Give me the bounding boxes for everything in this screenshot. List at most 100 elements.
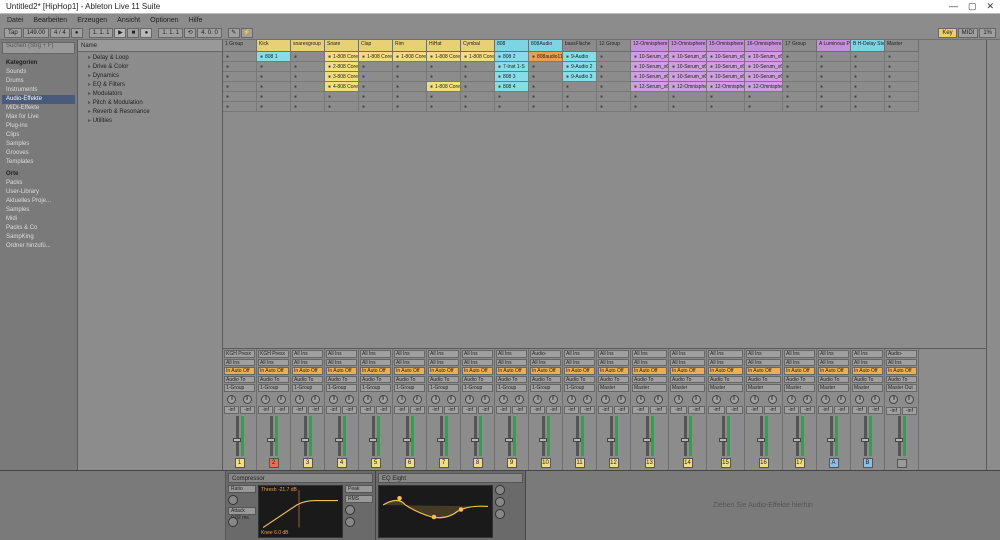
clip-slot[interactable] [529, 62, 563, 72]
fx-folder-pitch[interactable]: Pitch & Modulation [80, 99, 220, 108]
channel-preset[interactable]: All Ins [292, 350, 323, 358]
channel-fader[interactable] [462, 415, 493, 456]
track-activator[interactable]: 15 [721, 458, 731, 468]
channel-preset[interactable]: All Ins [428, 350, 459, 358]
clip-slot[interactable] [885, 102, 919, 112]
clip-slot[interactable] [597, 72, 631, 82]
device-drop-area[interactable]: Ziehen Sie Audio-Effekte hierhin [526, 471, 1000, 540]
clip-slot[interactable] [495, 102, 529, 112]
key-map-button[interactable]: Key [938, 28, 956, 38]
channel-input[interactable]: All Ins [428, 359, 459, 367]
clip-slot[interactable] [393, 92, 427, 102]
comp-rms-button[interactable]: RMS [345, 495, 373, 503]
channel-preset[interactable]: All Ins [784, 350, 815, 358]
channel-output[interactable]: Master [632, 384, 667, 392]
record-button[interactable]: ● [140, 28, 152, 38]
channel-input[interactable]: All Ins [530, 359, 561, 367]
send-a-knob[interactable] [567, 395, 576, 404]
send-a-knob[interactable] [499, 395, 508, 404]
channel-input[interactable]: All Ins [326, 359, 357, 367]
channel-input[interactable]: All Ins [670, 359, 705, 367]
clip-slot[interactable] [851, 52, 885, 62]
track-header[interactable]: B H-Delay Stereo [851, 40, 885, 52]
clip-slot[interactable] [257, 102, 291, 112]
channel-output[interactable]: 1-Group [360, 384, 391, 392]
channel-input[interactable]: All Ins [462, 359, 493, 367]
close-button[interactable]: ✕ [986, 1, 994, 12]
clip-slot[interactable] [597, 102, 631, 112]
send-a-knob[interactable] [533, 395, 542, 404]
channel-preset[interactable]: Audio-Props [886, 350, 917, 358]
browser-cat-audioeffects[interactable]: Audio-Effekte [2, 95, 75, 104]
maximize-button[interactable]: ▢ [968, 1, 977, 12]
eq-display[interactable] [378, 485, 493, 538]
clip-slot[interactable] [669, 102, 707, 112]
clip-slot[interactable] [783, 82, 817, 92]
clip-slot[interactable] [257, 82, 291, 92]
send-a-knob[interactable] [712, 395, 721, 404]
channel-fader[interactable] [708, 415, 743, 456]
send-b-knob[interactable] [413, 395, 422, 404]
track-header[interactable]: 808 [495, 40, 529, 52]
clip-slot[interactable] [257, 72, 291, 82]
channel-monitor[interactable]: In Auto Off [496, 367, 527, 375]
channel-preset[interactable]: KGH Presx [258, 350, 289, 358]
eq-gain-knob[interactable] [495, 497, 505, 507]
clip-slot[interactable] [461, 92, 495, 102]
browser-place-packs[interactable]: Packs [2, 179, 75, 188]
channel-fader[interactable] [886, 416, 917, 457]
fx-folder-dynamics[interactable]: Dynamics [80, 72, 220, 81]
send-b-knob[interactable] [692, 395, 701, 404]
send-a-knob[interactable] [397, 395, 406, 404]
clip-slot[interactable] [529, 72, 563, 82]
midi-map-button[interactable]: MIDI [958, 28, 979, 38]
clip-slot[interactable] [359, 92, 393, 102]
channel-monitor[interactable]: In Auto Off [326, 367, 357, 375]
channel-preset[interactable]: All Ins [496, 350, 527, 358]
clip-slot[interactable] [393, 102, 427, 112]
clip-slot[interactable]: 808 2 [495, 52, 529, 62]
clip-slot[interactable] [529, 82, 563, 92]
clip-slot[interactable] [563, 92, 597, 102]
channel-monitor[interactable]: In Auto Off [428, 367, 459, 375]
channel-preset[interactable]: All Ins [818, 350, 849, 358]
track-header[interactable]: A Luminous Pad [817, 40, 851, 52]
clip-slot[interactable] [461, 82, 495, 92]
clip-slot[interactable]: 1-808 Core Kit [461, 52, 495, 62]
clip-slot[interactable] [257, 62, 291, 72]
channel-fader[interactable] [360, 415, 391, 456]
send-b-knob[interactable] [768, 395, 777, 404]
fx-folder-modulators[interactable]: Modulators [80, 90, 220, 99]
clip-slot[interactable] [427, 72, 461, 82]
clip-slot[interactable] [885, 62, 919, 72]
clip-slot[interactable]: 1-808 Core Kit [393, 52, 427, 62]
track-activator[interactable]: 9 [507, 458, 517, 468]
send-b-knob[interactable] [549, 395, 558, 404]
track-header[interactable]: 1 Group [223, 40, 257, 52]
send-b-knob[interactable] [311, 395, 320, 404]
channel-preset[interactable]: All Ins [462, 350, 493, 358]
browser-cat-instruments[interactable]: Instruments [2, 86, 75, 95]
clip-slot[interactable] [851, 82, 885, 92]
channel-output[interactable]: Master [784, 384, 815, 392]
browser-cat-sounds[interactable]: Sounds [2, 68, 75, 77]
clip-slot[interactable] [851, 62, 885, 72]
channel-fader[interactable] [598, 415, 629, 456]
track-activator[interactable]: 4 [337, 458, 347, 468]
send-a-knob[interactable] [431, 395, 440, 404]
clip-slot[interactable]: 12-Omnisphere [707, 82, 745, 92]
channel-output[interactable]: 1-Group [462, 384, 493, 392]
clip-slot[interactable] [631, 102, 669, 112]
channel-monitor[interactable]: In Auto Off [394, 367, 425, 375]
clip-slot[interactable]: 10-Serum_x64 [631, 72, 669, 82]
clip-slot[interactable]: 12-Omnisphere [669, 82, 707, 92]
send-b-knob[interactable] [837, 395, 846, 404]
send-b-knob[interactable] [345, 395, 354, 404]
channel-input[interactable]: All Ins [818, 359, 849, 367]
browser-place-midi[interactable]: Midi [2, 215, 75, 224]
track-activator[interactable]: 3 [303, 458, 313, 468]
loop-start[interactable]: 1. 1. 1 [158, 28, 183, 38]
clip-slot[interactable] [851, 92, 885, 102]
channel-fader[interactable] [496, 415, 527, 456]
track-activator[interactable]: 11 [575, 458, 585, 468]
